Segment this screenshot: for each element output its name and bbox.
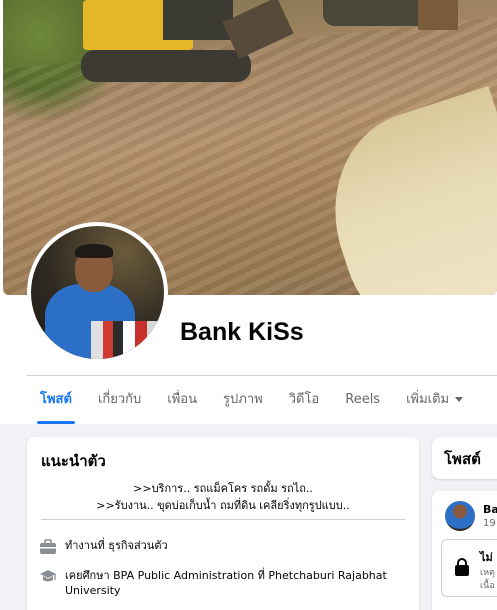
- avatar-hair: [75, 244, 113, 258]
- intro-title: แนะนำตัว: [41, 452, 106, 470]
- tab-posts-label: โพสต์: [40, 392, 72, 407]
- posts-title: โพสต์: [444, 450, 481, 468]
- tab-friends[interactable]: เพื่อน: [154, 376, 210, 424]
- post-author-avatar[interactable]: [445, 501, 475, 531]
- tab-photos-label: รูปภาพ: [223, 392, 263, 407]
- briefcase-icon: [40, 539, 56, 554]
- post-date[interactable]: 19: [483, 518, 496, 529]
- caret-down-icon: [455, 397, 464, 402]
- bio: >>บริการ.. รถแม็คโคร รถดั้ม รถไถ.. >>รับ…: [41, 480, 405, 514]
- work-text: ทำงานที่ ธุรกิจส่วนตัว: [65, 539, 168, 552]
- content-unavailable-notice: ไม่ เหตุ เนื้อ: [441, 539, 497, 597]
- cover-photo-excavator-cab: [163, 0, 233, 40]
- tab-about-label: เกี่ยวกับ: [97, 392, 142, 407]
- work-info: ทำงานที่ ธุรกิจส่วนตัว: [39, 538, 405, 555]
- bio-line: >>บริการ.. รถแม็คโคร รถดั้ม รถไถ..: [133, 482, 313, 495]
- education-text: เคยศึกษา BPA Public Administration ที่ P…: [65, 569, 387, 597]
- profile-name: Bank KiSs: [180, 318, 304, 346]
- tab-more-label: เพิ่มเติม: [406, 392, 450, 407]
- posts-header-card: โพสต์: [432, 437, 497, 479]
- tab-videos-label: วิดีโอ: [288, 392, 320, 407]
- post-card: Ba 19 ไม่ เหตุ เนื้อ: [432, 491, 497, 610]
- bio-divider: [41, 519, 405, 520]
- avatar-table-items: [91, 321, 157, 359]
- tab-more[interactable]: เพิ่มเติม: [393, 376, 476, 424]
- notice-line: เหตุ: [480, 568, 495, 578]
- cover-photo-excavator-track: [81, 50, 251, 82]
- profile-picture[interactable]: [27, 222, 168, 363]
- education-info: เคยศึกษา BPA Public Administration ที่ P…: [39, 568, 405, 598]
- cover-photo-second-excavator-bucket: [418, 0, 458, 30]
- intro-card: แนะนำตัว >>บริการ.. รถแม็คโคร รถดั้ม รถไ…: [27, 437, 419, 610]
- tab-videos[interactable]: วิดีโอ: [276, 376, 333, 424]
- post-author-name[interactable]: Ba: [483, 503, 497, 516]
- lock-icon: [455, 558, 469, 576]
- tab-about[interactable]: เกี่ยวกับ: [85, 376, 154, 424]
- bio-line: >>รับงาน.. ขุดบ่อเก็บน้ำ ถมที่ดิน เคลียร…: [96, 499, 350, 512]
- notice-title: ไม่: [480, 551, 493, 564]
- tab-reels[interactable]: Reels: [332, 376, 393, 424]
- tab-friends-label: เพื่อน: [167, 392, 198, 407]
- graduation-cap-icon: [40, 570, 56, 582]
- profile-tabs: โพสต์ เกี่ยวกับ เพื่อน รูปภาพ วิดีโอ Ree…: [27, 376, 476, 424]
- notice-line: เนื้อ: [480, 581, 495, 591]
- tab-reels-label: Reels: [345, 392, 381, 407]
- tab-photos[interactable]: รูปภาพ: [210, 376, 276, 424]
- avatar: [31, 226, 164, 359]
- tab-posts[interactable]: โพสต์: [27, 376, 85, 424]
